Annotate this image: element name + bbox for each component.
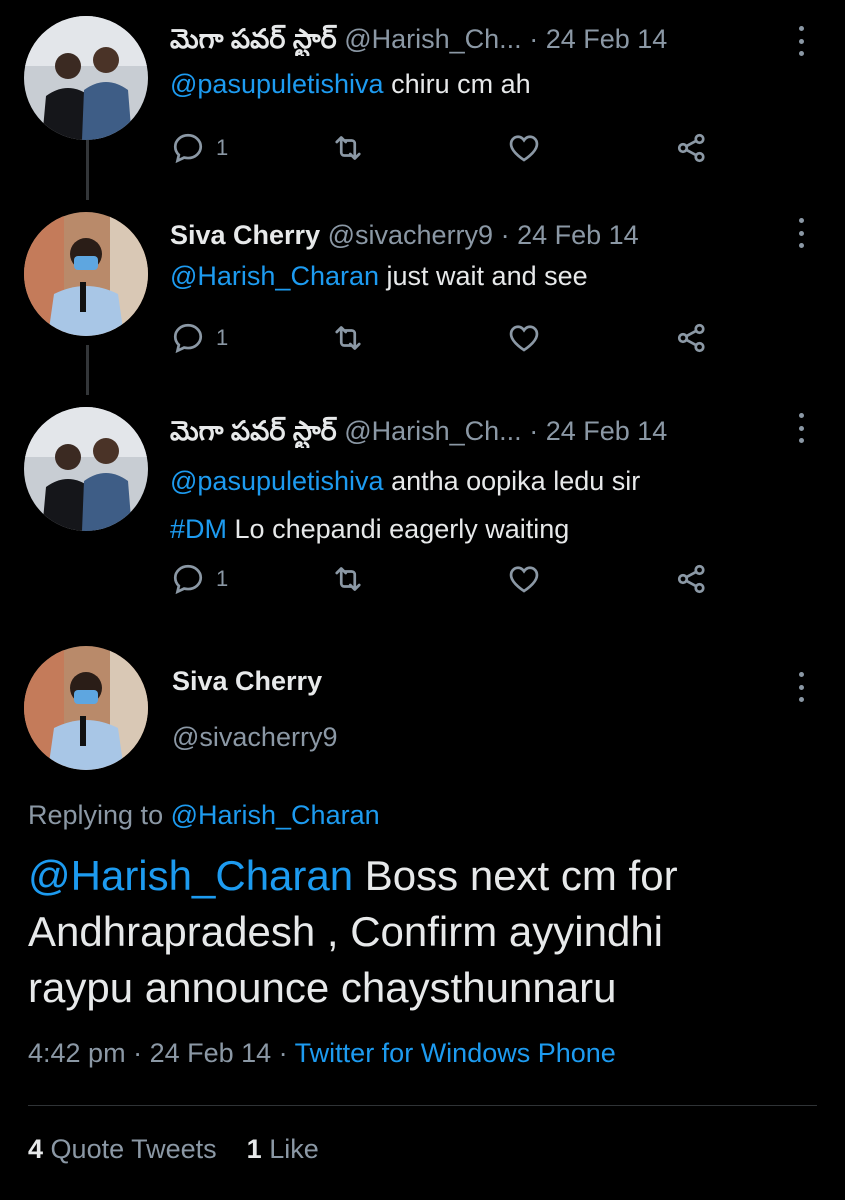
divider [28, 1105, 817, 1106]
main-tweet: Siva Cherry @sivacherry9 Replying to @Ha… [0, 0, 845, 1200]
quote-label: Quote Tweets [50, 1134, 217, 1164]
tweet-source-link[interactable]: Twitter for Windows Phone [295, 1038, 616, 1068]
tweet-text-line3: raypu announce chaysthunnaru [28, 964, 617, 1011]
author-name[interactable]: Siva Cherry [172, 666, 322, 697]
tweet-date[interactable]: · 24 Feb 14 · [133, 1038, 288, 1068]
tweet-text-line1: Boss next cm for [364, 852, 678, 899]
tweet-text-line2: Andhrapradesh , Confirm ayyindhi [28, 908, 664, 955]
tweet-meta: 4:42 pm · 24 Feb 14 · Twitter for Window… [28, 1038, 616, 1069]
replying-to: Replying to @Harish_Charan [28, 800, 380, 831]
quote-count: 4 [28, 1134, 44, 1164]
author-handle[interactable]: @sivacherry9 [172, 722, 337, 753]
like-label: Like [269, 1134, 319, 1164]
more-options-icon[interactable] [789, 672, 813, 702]
quote-tweets-link[interactable]: 4 Quote Tweets [28, 1134, 217, 1164]
avatar[interactable] [24, 646, 148, 770]
replying-to-label: Replying to [28, 800, 164, 830]
tweet-time[interactable]: 4:42 pm [28, 1038, 126, 1068]
tweet-stats: 4 Quote Tweets 1 Like [28, 1134, 319, 1165]
replying-to-link[interactable]: @Harish_Charan [171, 800, 380, 830]
like-count: 1 [246, 1134, 262, 1164]
mention-link[interactable]: @Harish_Charan [28, 852, 353, 899]
likes-link[interactable]: 1 Like [247, 1134, 319, 1164]
tweet-text: @Harish_Charan Boss next cm for Andhrapr… [28, 848, 818, 1016]
